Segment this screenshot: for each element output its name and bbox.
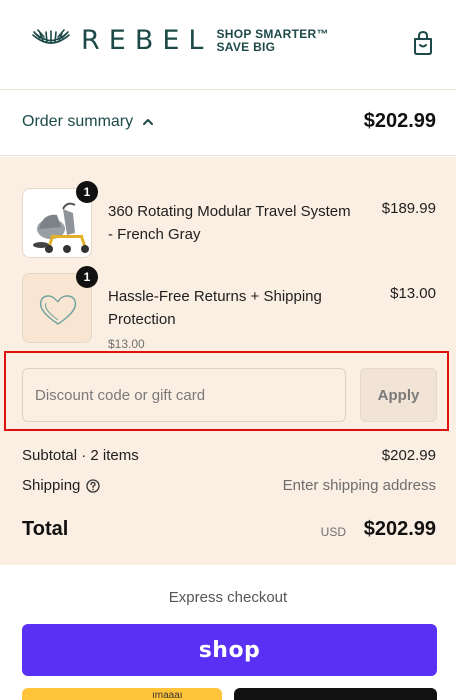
brand-logo[interactable]: REBEL SHOP SMARTER™ SAVE BIG — [30, 26, 329, 56]
paypal-button-text: ımaaaı — [152, 690, 183, 700]
total-label: Total — [22, 518, 69, 540]
tagline-line2: SAVE BIG — [216, 40, 276, 54]
product-name: 360 Rotating Modular Travel System - Fre… — [108, 203, 351, 243]
shop-pay-label: shop — [198, 637, 261, 663]
product-price: $189.99 — [381, 200, 436, 217]
shopping-bag-icon[interactable] — [413, 31, 433, 55]
checkout-header: REBEL SHOP SMARTER™ SAVE BIG — [0, 0, 456, 90]
subtotal-row: Subtotal · 2 items $202.99 — [22, 447, 436, 467]
subtotal-label: Subtotal · 2 items — [22, 447, 139, 464]
line-item: 1 Hassle-Free Returns + Shipping Protect… — [22, 266, 436, 351]
shipping-row: Shipping Enter shipping address — [22, 477, 436, 497]
express-checkout-label: Express checkout — [168, 589, 288, 606]
paypal-button[interactable] — [22, 688, 222, 700]
shipping-label: Shipping — [22, 477, 81, 494]
order-summary-total: $202.99 — [363, 110, 436, 132]
order-summary-toggle[interactable]: Order summary $202.99 — [0, 90, 456, 156]
apply-discount-button[interactable]: Apply — [360, 368, 437, 422]
shop-pay-button[interactable]: shop — [22, 624, 437, 676]
subtotal-value: $202.99 — [381, 447, 436, 464]
brand-name: REBEL — [81, 25, 213, 56]
nest-icon — [32, 29, 70, 44]
line-item: 1 360 Rotating Modular Travel System - F… — [22, 181, 436, 258]
shipping-label-group: Shipping — [22, 477, 101, 494]
product-price: $13.00 — [390, 285, 436, 302]
order-summary-label: Order summary — [22, 113, 134, 130]
quantity-badge: 1 — [76, 181, 98, 203]
help-icon[interactable] — [86, 478, 101, 493]
quantity-badge: 1 — [76, 266, 98, 288]
product-name: Hassle-Free Returns + Shipping Protectio… — [108, 288, 322, 328]
order-summary-label-group[interactable]: Order summary — [22, 113, 154, 131]
apple-pay-button[interactable] — [234, 688, 437, 700]
chevron-up-icon — [143, 119, 154, 125]
product-unit-price: $13.00 — [108, 337, 145, 351]
discount-code-input[interactable] — [22, 368, 346, 422]
total-currency: USD — [320, 525, 346, 539]
brand-tagline: SHOP SMARTER™ SAVE BIG — [216, 28, 328, 54]
total-value: $202.99 — [363, 518, 436, 540]
shipping-value: Enter shipping address — [282, 477, 436, 494]
